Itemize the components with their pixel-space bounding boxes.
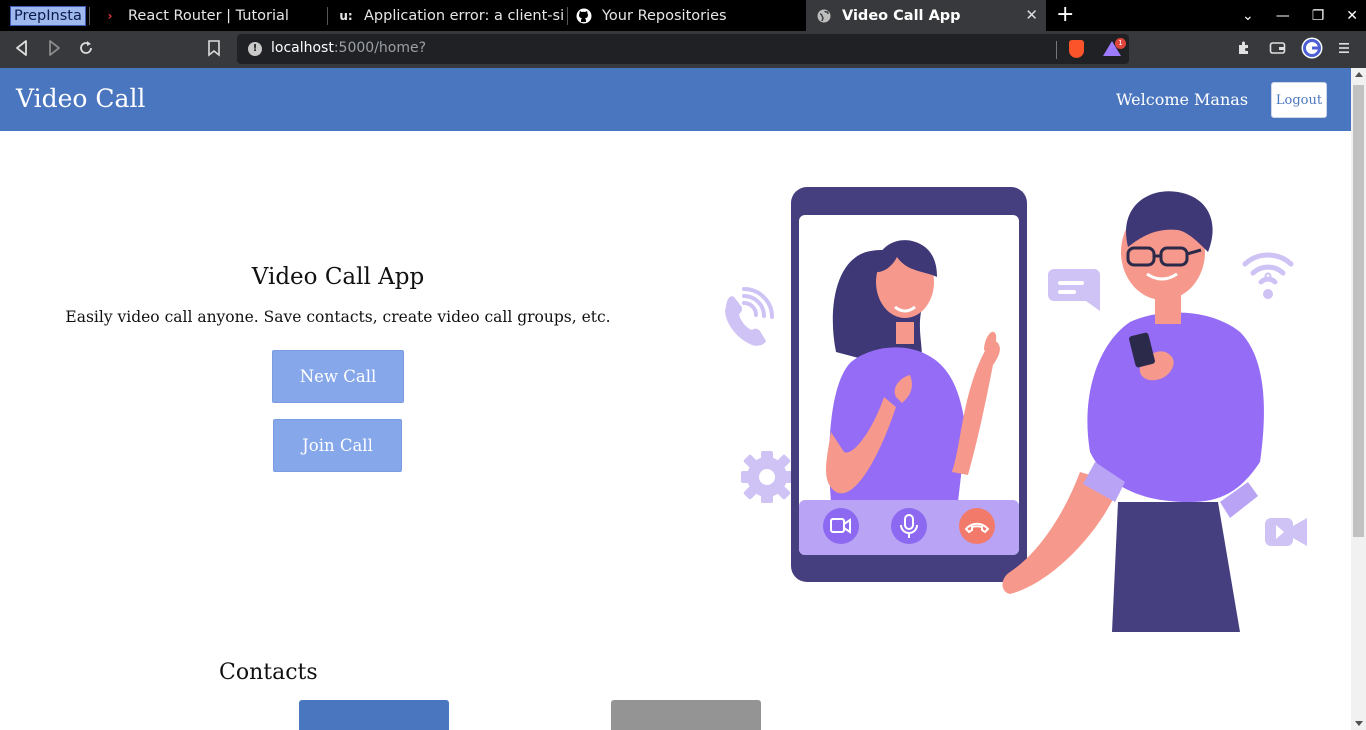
gear-icon [741,451,793,503]
close-tab-icon[interactable]: ✕ [1025,6,1038,24]
contact-card[interactable] [611,700,761,730]
chat-bubble-icon [1048,269,1100,311]
video-camera-icon [1265,518,1307,546]
scrollbar-thumb[interactable] [1353,85,1364,537]
hang-up-control-icon [959,508,995,544]
wallet-icon[interactable] [1269,40,1286,60]
contacts-title: Contacts [219,660,318,685]
new-tab-button[interactable]: + [1056,3,1074,27]
brand-title[interactable]: Video Call [16,84,145,113]
react-router-icon: › [107,8,113,23]
u-icon: u: [339,8,353,23]
window-controls: ⌄ — ❐ ✕ [1242,0,1358,31]
tab-title: React Router | Tutorial [128,7,289,24]
page-scrollbar[interactable] [1351,68,1366,730]
menu-icon[interactable] [1338,40,1350,60]
page: Video Call Welcome Manas Logout Video Ca… [0,68,1351,730]
tab-title: Your Repositories [602,7,727,24]
microphone-control-icon [891,508,927,544]
scroll-down-arrow-icon[interactable] [1355,721,1363,726]
url-host: localhost [271,40,334,56]
profile-avatar-icon[interactable] [1301,37,1323,63]
tab-title: Video Call App [842,7,961,24]
tab-video-call-app[interactable]: Video Call App ✕ [806,0,1046,31]
tab-title: PrepInsta [10,5,86,26]
site-info-icon[interactable]: ! [248,42,262,56]
man-with-phone [1002,191,1264,632]
reload-icon[interactable] [78,39,94,62]
new-call-button[interactable]: New Call [272,350,404,403]
tab-your-repositories[interactable]: Your Repositories [568,0,806,31]
maximize-icon[interactable]: ❐ [1312,8,1325,24]
phone-frame [791,187,1027,582]
back-icon[interactable] [14,39,30,62]
join-call-button[interactable]: Join Call [273,419,402,472]
globe-icon [816,8,832,24]
hero-title: Video Call App [251,264,425,290]
camera-control-icon [823,508,859,544]
address-bar[interactable]: ! localhost:5000/home? 1 [237,34,1129,64]
wifi-icon [1242,252,1294,285]
extensions-icon[interactable] [1236,40,1252,60]
bookmark-icon[interactable] [207,39,221,62]
browser-tab-bar: PrepInsta › React Router | Tutorial u: A… [0,0,1366,31]
url-text: localhost:5000/home? [271,40,426,56]
forward-icon[interactable] [46,39,62,62]
contact-card[interactable] [299,700,449,730]
tab-title: Application error: a client-side [364,7,564,24]
close-window-icon[interactable]: ✕ [1346,8,1358,24]
video-call-illustration [725,187,1307,632]
tab-application-error[interactable]: u: Application error: a client-side [328,0,568,31]
minimize-icon[interactable]: — [1276,8,1290,24]
logout-button[interactable]: Logout [1271,82,1327,118]
tab-prepinsta[interactable]: PrepInsta [0,0,90,31]
rewards-badge: 1 [1115,38,1126,49]
tab-search-chevron-icon[interactable]: ⌄ [1242,8,1254,24]
welcome-text: Welcome Manas [1116,90,1249,109]
tab-react-router[interactable]: › React Router | Tutorial [90,0,328,31]
scroll-up-arrow-icon[interactable] [1355,72,1363,77]
app-header: Video Call Welcome Manas Logout [0,68,1351,131]
github-icon [576,8,592,24]
brave-shields-icon[interactable] [1069,40,1084,58]
url-separator [1056,41,1057,59]
hero-description: Easily video call anyone. Save contacts,… [65,308,611,326]
wifi-dot [1263,289,1273,299]
phone-ringing-icon [725,287,774,346]
url-path: :5000/home? [333,40,427,56]
